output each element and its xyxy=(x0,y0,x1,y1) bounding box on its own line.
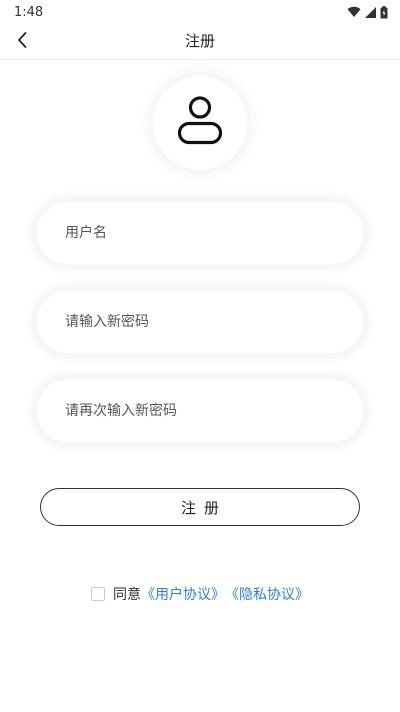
agree-checkbox[interactable] xyxy=(91,587,105,601)
agree-label: 同意 xyxy=(113,587,141,603)
back-button[interactable] xyxy=(8,28,36,56)
status-time: 1:48 xyxy=(14,4,44,20)
confirm-field-container xyxy=(37,380,363,442)
username-input[interactable] xyxy=(37,202,363,264)
avatar xyxy=(153,76,247,170)
signal-icon xyxy=(365,6,376,18)
chevron-left-icon xyxy=(16,31,28,53)
person-icon xyxy=(177,95,223,151)
password-field-container xyxy=(37,291,363,353)
privacy-policy-link[interactable]: 《隐私协议》 xyxy=(225,584,309,604)
status-bar: 1:48 xyxy=(0,0,400,24)
battery-icon xyxy=(380,5,388,19)
new-password-input[interactable] xyxy=(37,291,363,353)
agreement-row: 同意 《用户协议》 《隐私协议》 xyxy=(0,584,400,604)
register-button[interactable]: 注册 xyxy=(40,488,360,526)
wifi-icon xyxy=(347,6,361,18)
status-icons xyxy=(347,5,388,19)
user-agreement-link[interactable]: 《用户协议》 xyxy=(141,584,225,604)
page-title: 注册 xyxy=(184,32,215,50)
confirm-password-input[interactable] xyxy=(37,380,363,442)
username-field-container xyxy=(37,202,363,264)
app-bar: 注册 xyxy=(0,24,400,60)
